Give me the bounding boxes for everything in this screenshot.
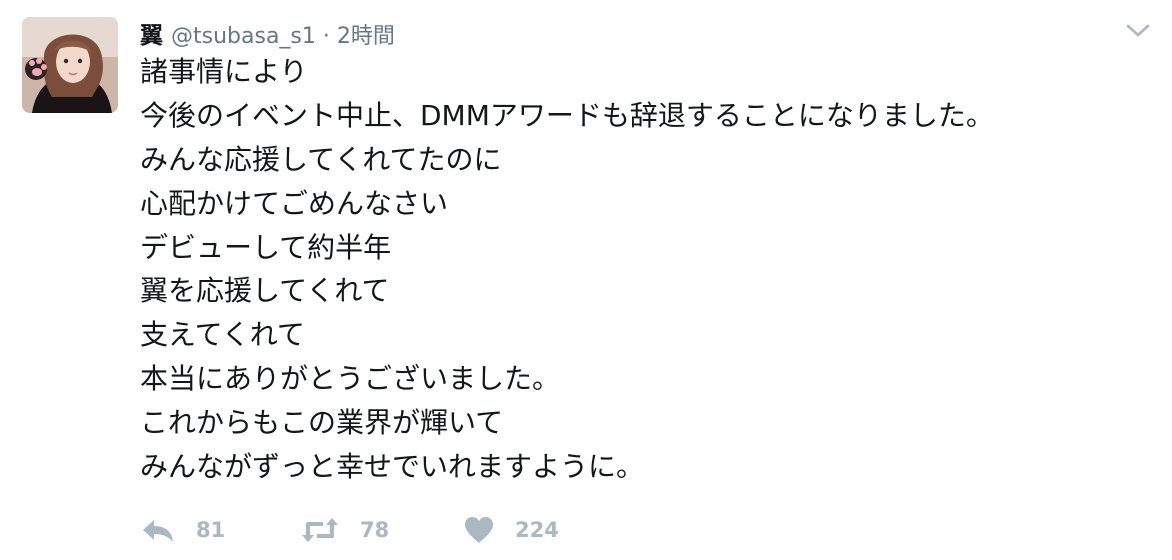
reply-button[interactable]: 81	[140, 516, 300, 544]
avatar[interactable]	[22, 17, 118, 113]
tweet-text-line: デビューして約半年	[140, 230, 392, 264]
tweet-text-line: これからもこの業界が輝いて	[140, 406, 504, 440]
like-button[interactable]: 224	[463, 516, 663, 544]
chevron-down-icon	[1126, 24, 1150, 37]
tweet-text-line: 諸事情により	[140, 55, 308, 88]
tweet-text-line: 翼を応援してくれて	[140, 274, 390, 308]
tweet-text-line: みんながずっと幸せでいれますように。	[140, 450, 645, 484]
reply-count: 81	[196, 518, 226, 542]
tweet-menu-button[interactable]	[1124, 18, 1152, 42]
retweet-button[interactable]: 78	[300, 516, 463, 544]
tweet: 翼 @tsubasa_s1 · 2時間 諸事情により 今後のイベント中止、DMM…	[0, 0, 1172, 560]
tweet-text: 諸事情により 今後のイベント中止、DMMアワードも辞退することになりました。 み…	[140, 50, 1150, 489]
user-handle[interactable]: @tsubasa_s1	[171, 24, 316, 49]
heart-icon	[465, 517, 493, 543]
display-name[interactable]: 翼	[140, 16, 163, 50]
tweet-text-line: 心配かけてごめんなさい	[140, 186, 449, 220]
tweet-text-line: 今後のイベント中止、DMMアワードも辞退することになりました。	[140, 98, 994, 132]
tweet-actions: 81 78 224	[140, 510, 663, 550]
tweet-text-line: 本当にありがとうございました。	[140, 362, 561, 396]
timestamp[interactable]: 2時間	[337, 18, 395, 50]
retweet-icon	[302, 518, 338, 542]
avatar-image	[22, 17, 118, 113]
like-count: 224	[515, 518, 559, 542]
tweet-text-line: みんな応援してくれてたのに	[140, 142, 502, 176]
header-separator: ·	[322, 24, 330, 49]
retweet-count: 78	[360, 518, 390, 542]
tweet-text-line: 支えてくれて	[140, 318, 305, 352]
reply-icon	[143, 520, 173, 542]
tweet-header: 翼 @tsubasa_s1 · 2時間	[140, 16, 395, 50]
